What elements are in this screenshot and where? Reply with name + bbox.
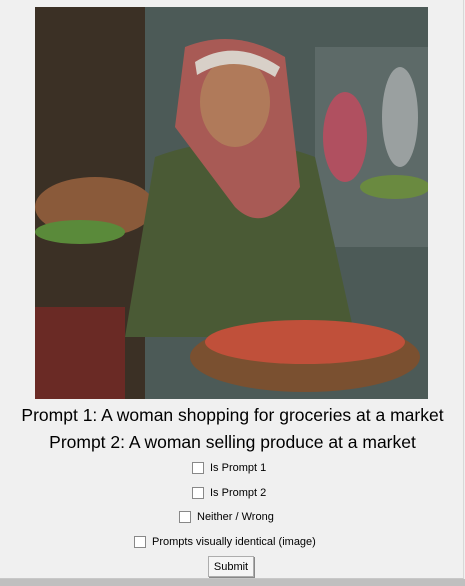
generated-image <box>35 7 428 399</box>
is-prompt-2-checkbox[interactable]: Is Prompt 2 <box>192 487 266 499</box>
checkbox-label: Neither / Wrong <box>197 511 274 523</box>
prompt-2-text: Prompt 2: A woman selling produce at a m… <box>49 432 416 452</box>
checkbox-box[interactable] <box>192 487 204 499</box>
checkbox-box[interactable] <box>134 536 146 548</box>
bottom-edge <box>0 579 465 586</box>
neither-wrong-checkbox[interactable]: Neither / Wrong <box>179 511 274 523</box>
checkbox-label: Is Prompt 1 <box>210 462 267 474</box>
prompt-1-text: Prompt 1: A woman shopping for groceries… <box>21 405 444 425</box>
market-woman-illustration <box>35 7 428 399</box>
checkbox-label: Prompts visually identical (image) <box>152 536 316 548</box>
is-prompt-1-checkbox[interactable]: Is Prompt 1 <box>192 462 266 474</box>
submit-button[interactable]: Submit <box>208 556 254 577</box>
checkbox-label: Is Prompt 2 <box>210 487 267 499</box>
checkbox-box[interactable] <box>192 462 204 474</box>
prompts-identical-checkbox[interactable]: Prompts visually identical (image) <box>134 536 316 548</box>
checkbox-box[interactable] <box>179 511 191 523</box>
